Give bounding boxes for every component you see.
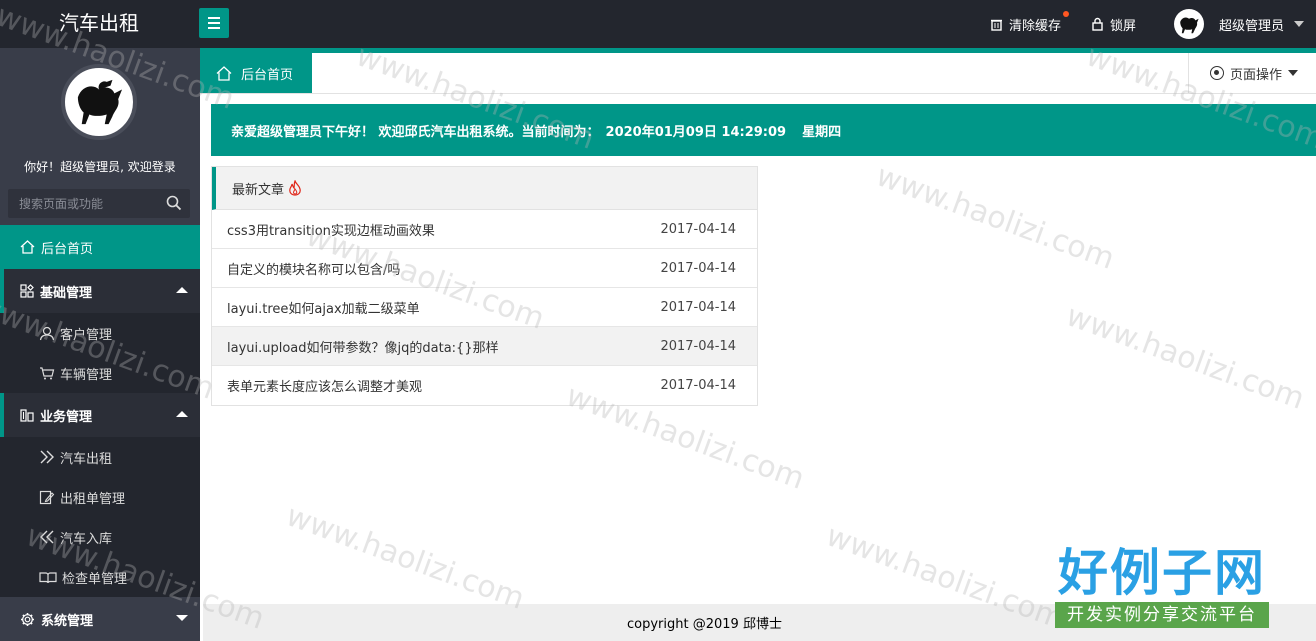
- sidebar-item-label: 汽车入库: [60, 531, 113, 547]
- sidebar-item-label: 车辆管理: [60, 367, 113, 383]
- welcome-text: 亲爱超级管理员下午好！ 欢迎邱氏汽车出租系统。当前时间为：: [231, 124, 600, 140]
- edit-doc-icon: [39, 490, 55, 504]
- welcome-banner: 亲爱超级管理员下午好！ 欢迎邱氏汽车出租系统。当前时间为： 2020年01月09…: [211, 104, 1316, 156]
- search-icon[interactable]: [166, 195, 182, 211]
- article-date: 2017-04-14: [660, 260, 736, 276]
- double-chevron-right-icon: [40, 450, 54, 464]
- article-title[interactable]: 自定义的模块名称可以包含/吗: [227, 259, 400, 278]
- horse-icon: [1180, 17, 1199, 34]
- chevron-up-icon: [176, 411, 188, 417]
- main-content: 亲爱超级管理员下午好！ 欢迎邱氏汽车出租系统。当前时间为： 2020年01月09…: [203, 94, 1316, 604]
- horse-icon: [77, 79, 123, 125]
- page-operations-label: 页面操作: [1230, 67, 1283, 83]
- article-title[interactable]: 表单元素长度应该怎么调整才美观: [227, 376, 422, 395]
- sidebar-group-system[interactable]: 系统管理: [0, 597, 200, 641]
- sidebar-item-inspection-orders[interactable]: 检查单管理: [0, 557, 200, 597]
- panel-title: 最新文章: [232, 182, 285, 198]
- lock-screen-button[interactable]: 锁屏: [1091, 15, 1136, 34]
- current-weekday: 星期四: [802, 124, 842, 140]
- home-icon: [20, 240, 35, 254]
- gear-icon: [21, 612, 34, 626]
- sidebar: 你好！超级管理员, 欢迎登录 后台首页 基础管理 客户管理 车辆管理: [0, 48, 200, 641]
- home-icon: [216, 65, 232, 81]
- current-time: 2020年01月09日 14:29:09: [605, 124, 787, 140]
- article-date: 2017-04-14: [660, 299, 736, 315]
- article-title[interactable]: css3用transition实现边框动画效果: [227, 220, 435, 239]
- cart-icon: [40, 367, 55, 380]
- list-item[interactable]: layui.upload如何带参数？像jq的data:{}那样 2017-04-…: [212, 327, 757, 366]
- list-item[interactable]: 表单元素长度应该怎么调整才美观 2017-04-14: [212, 366, 757, 405]
- sidebar-item-label: 后台首页: [41, 241, 94, 257]
- search-input[interactable]: [8, 189, 158, 218]
- sidebar-item-label: 检查单管理: [62, 571, 128, 587]
- building-icon: [20, 409, 34, 422]
- chevron-up-icon: [176, 287, 188, 293]
- sidebar-group-label: 系统管理: [41, 613, 94, 629]
- article-title[interactable]: layui.tree如何ajax加载二级菜单: [227, 298, 420, 317]
- page-operations-dropdown[interactable]: 页面操作: [1188, 53, 1316, 93]
- article-title[interactable]: layui.upload如何带参数？像jq的data:{}那样: [227, 337, 499, 356]
- clear-cache-button[interactable]: 清除缓存: [990, 10, 1069, 34]
- sidebar-item-vehicles[interactable]: 车辆管理: [0, 353, 200, 393]
- menu-toggle-button[interactable]: [199, 8, 229, 38]
- sidebar-search: [8, 189, 190, 218]
- user-icon: [39, 326, 55, 340]
- article-list: css3用transition实现边框动画效果 2017-04-14 自定义的模…: [212, 210, 757, 405]
- top-bar: 汽车出租 清除缓存 锁屏 超级管理员: [0, 0, 1316, 48]
- user-menu[interactable]: 超级管理员: [1219, 15, 1304, 34]
- panel-header: 最新文章: [212, 167, 757, 210]
- copyright-text: copyright @2019 邱博士: [627, 617, 782, 632]
- sidebar-item-label: 出租单管理: [60, 491, 126, 507]
- fire-icon: [289, 180, 301, 196]
- sidebar-item-label: 汽车出租: [60, 451, 113, 467]
- sidebar-profile: 你好！超级管理员, 欢迎登录: [0, 48, 200, 184]
- article-date: 2017-04-14: [660, 221, 736, 237]
- sidebar-item-car-storage[interactable]: 汽车入库: [0, 517, 200, 557]
- lock-screen-label: 锁屏: [1109, 18, 1136, 34]
- lock-icon: [1092, 17, 1103, 31]
- chevron-down-icon: [1294, 21, 1304, 27]
- sidebar-group-basic[interactable]: 基础管理: [0, 269, 200, 313]
- user-avatar[interactable]: [1173, 9, 1204, 39]
- notification-dot: [1062, 10, 1069, 17]
- double-chevron-left-icon: [40, 530, 54, 544]
- sidebar-item-rental-orders[interactable]: 出租单管理: [0, 477, 200, 517]
- article-date: 2017-04-14: [660, 378, 736, 393]
- sidebar-group-business[interactable]: 业务管理: [0, 393, 200, 437]
- footer: copyright @2019 邱博士: [203, 604, 1316, 641]
- latest-articles-panel: 最新文章 css3用transition实现边框动画效果 2017-04-14 …: [211, 166, 758, 406]
- tab-home[interactable]: 后台首页: [200, 53, 312, 93]
- list-item[interactable]: css3用transition实现边框动画效果 2017-04-14: [212, 210, 757, 249]
- article-date: 2017-04-14: [660, 338, 736, 354]
- sidebar-item-home[interactable]: 后台首页: [0, 225, 200, 269]
- apps-icon: [20, 284, 34, 298]
- sidebar-item-label: 客户管理: [60, 327, 113, 343]
- trash-icon: [990, 19, 1002, 31]
- clear-cache-label: 清除缓存: [1008, 18, 1061, 34]
- sidebar-group-label: 基础管理: [40, 285, 93, 301]
- book-icon: [39, 572, 57, 584]
- profile-avatar[interactable]: [61, 64, 137, 140]
- list-item[interactable]: 自定义的模块名称可以包含/吗 2017-04-14: [212, 249, 757, 288]
- chevron-down-icon: [1288, 70, 1299, 76]
- sidebar-group-label: 业务管理: [40, 409, 93, 425]
- sidebar-nav: 后台首页 基础管理 客户管理 车辆管理 业务管理 汽车出租 出租单管理 汽车入库…: [0, 225, 200, 641]
- tab-bar: 后台首页 页面操作: [200, 48, 1316, 94]
- list-item[interactable]: layui.tree如何ajax加载二级菜单 2017-04-14: [212, 288, 757, 327]
- sidebar-submenu-business: 汽车出租 出租单管理 汽车入库 检查单管理: [0, 437, 200, 597]
- tab-label: 后台首页: [241, 67, 294, 83]
- target-icon: [1210, 66, 1224, 80]
- app-logo[interactable]: 汽车出租: [0, 0, 200, 48]
- chevron-down-icon: [176, 615, 188, 621]
- sidebar-item-customers[interactable]: 客户管理: [0, 313, 200, 353]
- sidebar-item-car-rental[interactable]: 汽车出租: [0, 437, 200, 477]
- user-name: 超级管理员: [1218, 18, 1284, 34]
- sidebar-submenu-basic: 客户管理 车辆管理: [0, 313, 200, 393]
- greeting-text: 你好！超级管理员, 欢迎登录: [24, 160, 176, 174]
